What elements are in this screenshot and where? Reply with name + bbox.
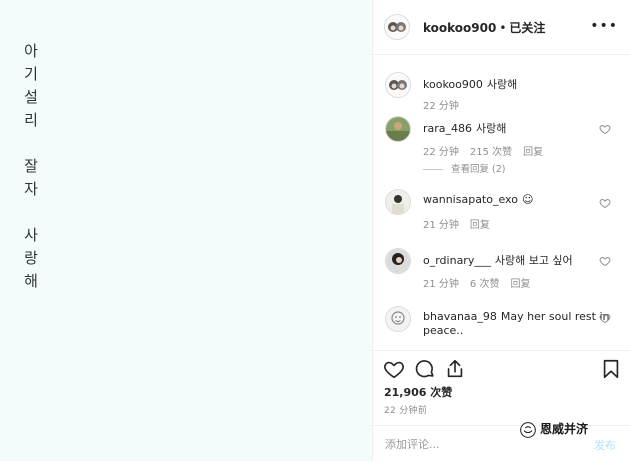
comment-time: 22 分钟 <box>423 147 459 158</box>
image-text-line: 잘 <box>24 157 38 175</box>
post-time-ago: 22 分钟前 <box>384 406 428 416</box>
view-replies-label: 查看回复 (2) <box>451 164 506 175</box>
comment-meta: 22 分钟 215 次赞 回复 <box>423 143 554 158</box>
comment-text: wannisapato_exo ☺ <box>423 193 533 206</box>
image-text-line: 해 <box>24 272 38 290</box>
watermark: 恩威并济 <box>520 420 588 444</box>
comment-body: 사랑해 <box>476 122 507 135</box>
image-text-line <box>20 132 42 155</box>
avatar[interactable] <box>385 248 411 274</box>
post-actions: 21,906 次赞 22 分钟前 <box>373 350 630 426</box>
comment-meta: 21 分钟 回复 <box>423 216 501 231</box>
header-username[interactable]: kookoo900 <box>423 21 496 35</box>
share-icon[interactable] <box>444 358 466 380</box>
comment-username[interactable]: o_rdinary___ <box>423 254 491 267</box>
comment-username[interactable]: rara_486 <box>423 122 472 135</box>
wechat-logo-icon <box>520 421 536 438</box>
comment-username[interactable]: wannisapato_exo <box>423 193 518 206</box>
header-title: kookoo900 • 已关注 <box>423 19 545 36</box>
image-text-line: 리 <box>24 111 38 129</box>
post-comment-button[interactable]: 发布 <box>594 437 616 453</box>
header-dot: • <box>499 21 507 35</box>
post-header: kookoo900 • 已关注 ••• <box>373 0 630 55</box>
like-heart-icon[interactable] <box>383 358 405 380</box>
comment-body: 사랑해 보고 싶어 <box>494 254 573 267</box>
like-comment-heart-icon[interactable] <box>599 312 611 324</box>
comment-body: May her soul rest in <box>500 310 610 323</box>
comment-body: ☺ <box>521 193 534 206</box>
post-side-panel: kookoo900•已关注 ••• kookoo900사랑해 22 分钟 <box>373 0 630 461</box>
reply-button[interactable]: 回复 <box>510 279 530 290</box>
likes-count[interactable]: 21,906 次赞 <box>384 384 452 400</box>
image-text-line <box>20 201 42 224</box>
image-text-line: 설 <box>24 88 38 106</box>
comment-body-cont: peace.. <box>423 324 464 337</box>
comments-list[interactable]: kookoo900 사랑해 22 分钟 rara_486 사랑해 22 分钟 215 … <box>373 55 630 350</box>
post-image-text: 아 기 설 리 잘 자 사 랑 해 <box>20 40 42 293</box>
comment-text: rara_486 사랑해 <box>423 120 506 136</box>
follow-status[interactable]: 已关注 <box>509 21 545 35</box>
comment-likes[interactable]: 215 次赞 <box>470 147 512 158</box>
bookmark-icon[interactable] <box>600 358 622 380</box>
comment-text: bhavanaa_98 May her soul rest in peace.. <box>423 310 610 338</box>
comment-icon[interactable] <box>414 358 436 380</box>
image-text-line: 아 <box>24 42 38 60</box>
add-comment-bar: 发布 <box>373 425 630 462</box>
like-comment-heart-icon[interactable] <box>599 197 611 209</box>
image-text-line: 랑 <box>24 249 38 267</box>
more-options-icon[interactable]: ••• <box>590 18 618 34</box>
image-text-line: 자 <box>24 180 38 198</box>
comment-time: 21 分钟 <box>423 279 459 290</box>
comment-username[interactable]: kookoo900 <box>423 78 483 91</box>
comment-input[interactable] <box>383 434 527 454</box>
view-replies-button[interactable]: 查看回复 (2) <box>423 161 505 175</box>
comment-body: 사랑해 <box>486 78 518 91</box>
image-text-line: 사 <box>24 226 38 244</box>
avatar[interactable] <box>384 14 410 40</box>
avatar[interactable] <box>385 306 411 332</box>
watermark-text: 恩威并济 <box>540 422 589 436</box>
post-image: 아 기 설 리 잘 자 사 랑 해 <box>0 0 373 461</box>
reply-button[interactable]: 回复 <box>523 147 543 158</box>
avatar[interactable] <box>385 72 411 98</box>
comment-meta: 21 分钟 6 次赞 回复 <box>423 275 541 290</box>
image-text-line: 기 <box>24 65 38 83</box>
reply-button[interactable]: 回复 <box>470 220 490 231</box>
avatar[interactable] <box>385 116 411 142</box>
like-comment-heart-icon[interactable] <box>599 123 611 135</box>
like-comment-heart-icon[interactable] <box>599 255 611 267</box>
comment-text: kookoo900 사랑해 <box>423 76 517 92</box>
comment-time: 21 分钟 <box>423 220 459 231</box>
divider <box>423 169 443 170</box>
comment-meta: 22 分钟 <box>423 97 470 112</box>
comment-username[interactable]: bhavanaa_98 <box>423 310 497 323</box>
comment-likes[interactable]: 6 次赞 <box>470 279 500 290</box>
avatar[interactable] <box>385 189 411 215</box>
comment-text: o_rdinary___ 사랑해 보고 싶어 <box>423 252 573 268</box>
comment-time: 22 分钟 <box>423 101 459 112</box>
